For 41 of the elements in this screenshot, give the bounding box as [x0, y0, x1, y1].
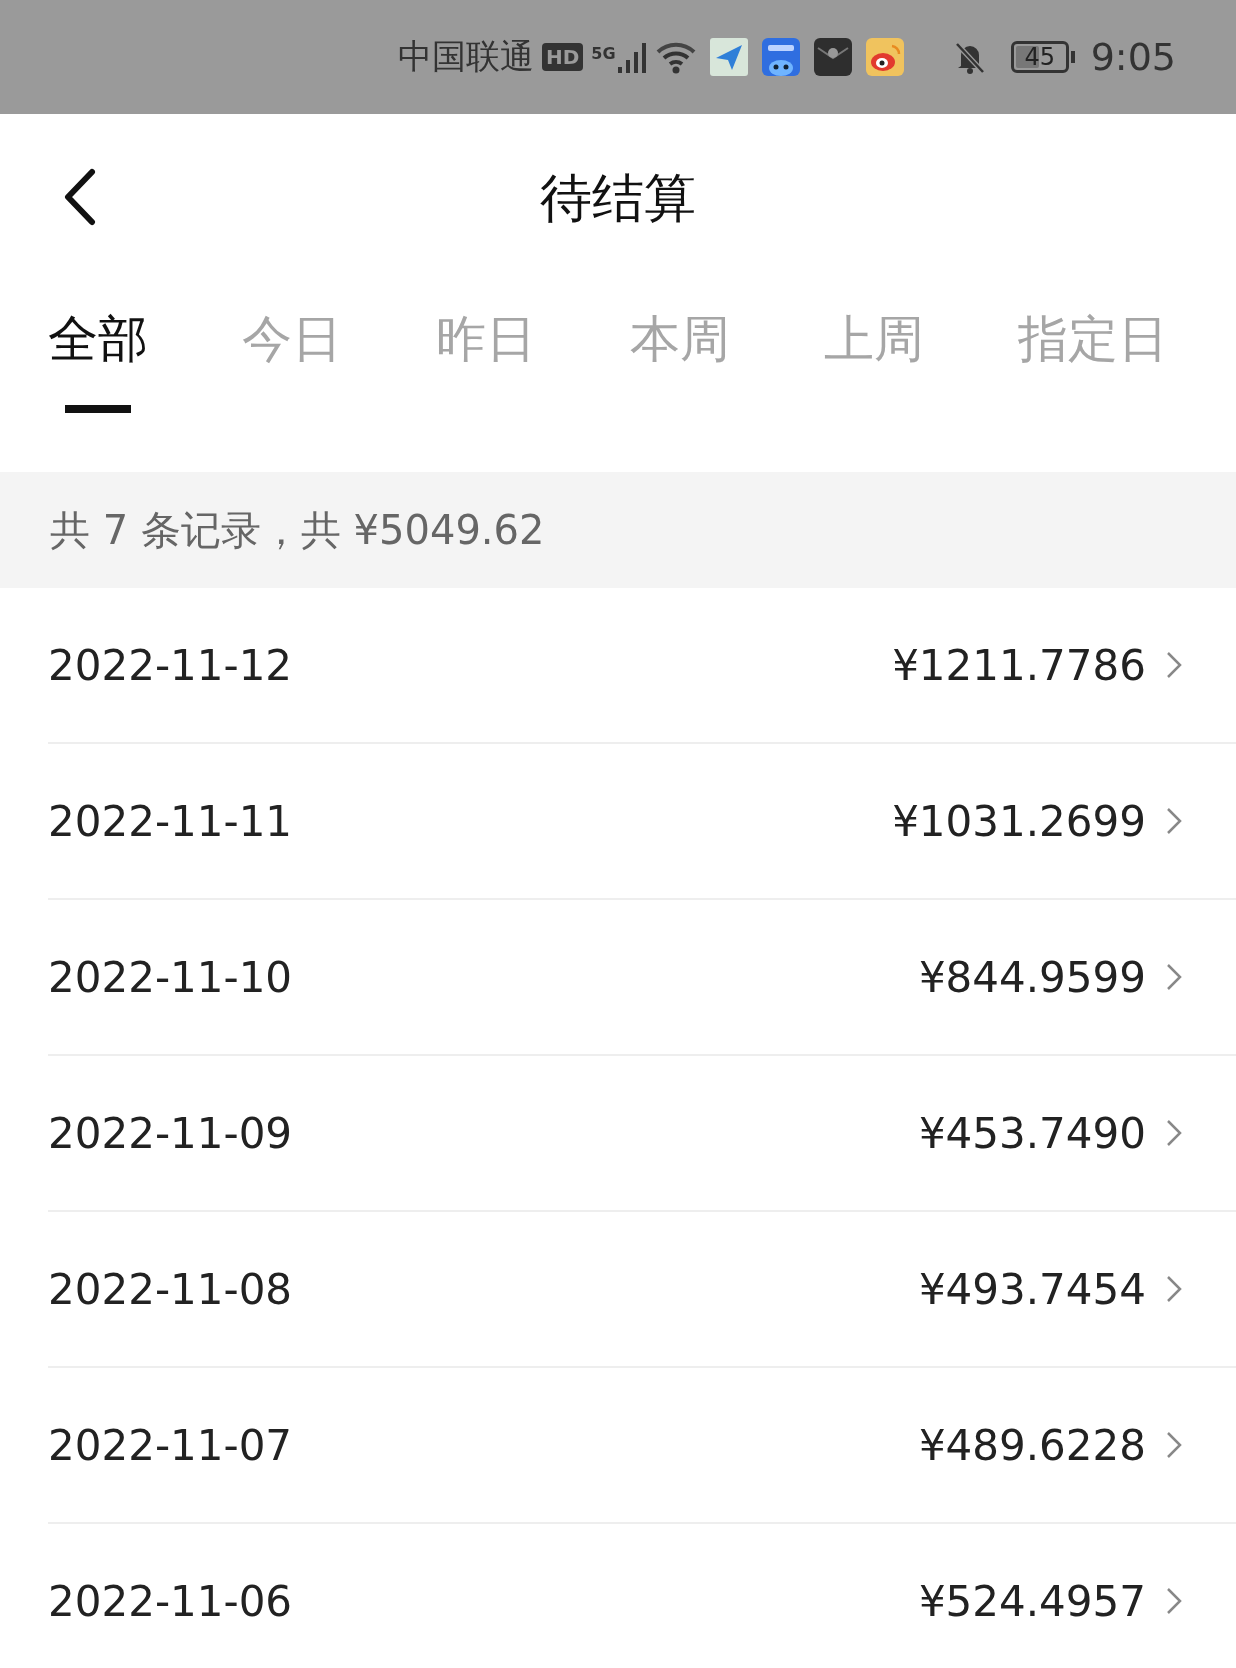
chevron-right-icon: [1166, 651, 1182, 679]
cartoon-app-icon: [761, 38, 800, 76]
record-date: 2022-11-06: [48, 1576, 294, 1626]
chevron-right-icon: [1166, 1431, 1182, 1459]
record-row[interactable]: 2022-11-06 ¥524.4957: [48, 1524, 1236, 1668]
record-date: 2022-11-07: [48, 1420, 294, 1470]
record-row[interactable]: 2022-11-12 ¥1211.7786: [48, 588, 1236, 744]
record-amount: ¥524.4957: [918, 1576, 1146, 1626]
record-row[interactable]: 2022-11-11 ¥1031.2699: [48, 744, 1236, 900]
paper-plane-icon: [709, 38, 748, 76]
battery-level: 45: [1024, 43, 1055, 71]
network-type: 5G: [591, 44, 616, 63]
chevron-right-icon: [1166, 1587, 1182, 1615]
record-row[interactable]: 2022-11-09 ¥453.7490: [48, 1056, 1236, 1212]
record-date: 2022-11-11: [48, 796, 294, 846]
eye-logo-icon: [865, 38, 904, 76]
record-amount: ¥844.9599: [918, 952, 1146, 1002]
record-amount: ¥489.6228: [918, 1420, 1146, 1470]
chevron-right-icon: [1166, 1119, 1182, 1147]
chevron-right-icon: [1166, 807, 1182, 835]
record-amount: ¥1211.7786: [892, 640, 1146, 690]
record-amount: ¥453.7490: [918, 1108, 1146, 1158]
hd-badge: HD: [542, 43, 584, 71]
wifi-icon: [655, 40, 696, 74]
clock-time: 9:05: [1090, 35, 1176, 79]
chevron-right-icon: [1166, 963, 1182, 991]
record-amount: ¥493.7454: [918, 1264, 1146, 1314]
record-date: 2022-11-12: [48, 640, 294, 690]
record-row[interactable]: 2022-11-10 ¥844.9599: [48, 900, 1236, 1056]
record-amount: ¥1031.2699: [892, 796, 1146, 846]
record-date: 2022-11-09: [48, 1108, 294, 1158]
record-row[interactable]: 2022-11-08 ¥493.7454: [48, 1212, 1236, 1368]
signal-icon: [617, 41, 648, 73]
page-title: 待结算: [540, 167, 696, 230]
record-row[interactable]: 2022-11-07 ¥489.6228: [48, 1368, 1236, 1524]
summary-text: 共 7 条记录，共 ¥5049.62: [50, 505, 545, 555]
chevron-right-icon: [1166, 1275, 1182, 1303]
record-date: 2022-11-10: [48, 952, 294, 1002]
carrier-name: 中国联通: [398, 35, 534, 78]
envelope-icon: [813, 38, 852, 76]
record-date: 2022-11-08: [48, 1264, 294, 1314]
